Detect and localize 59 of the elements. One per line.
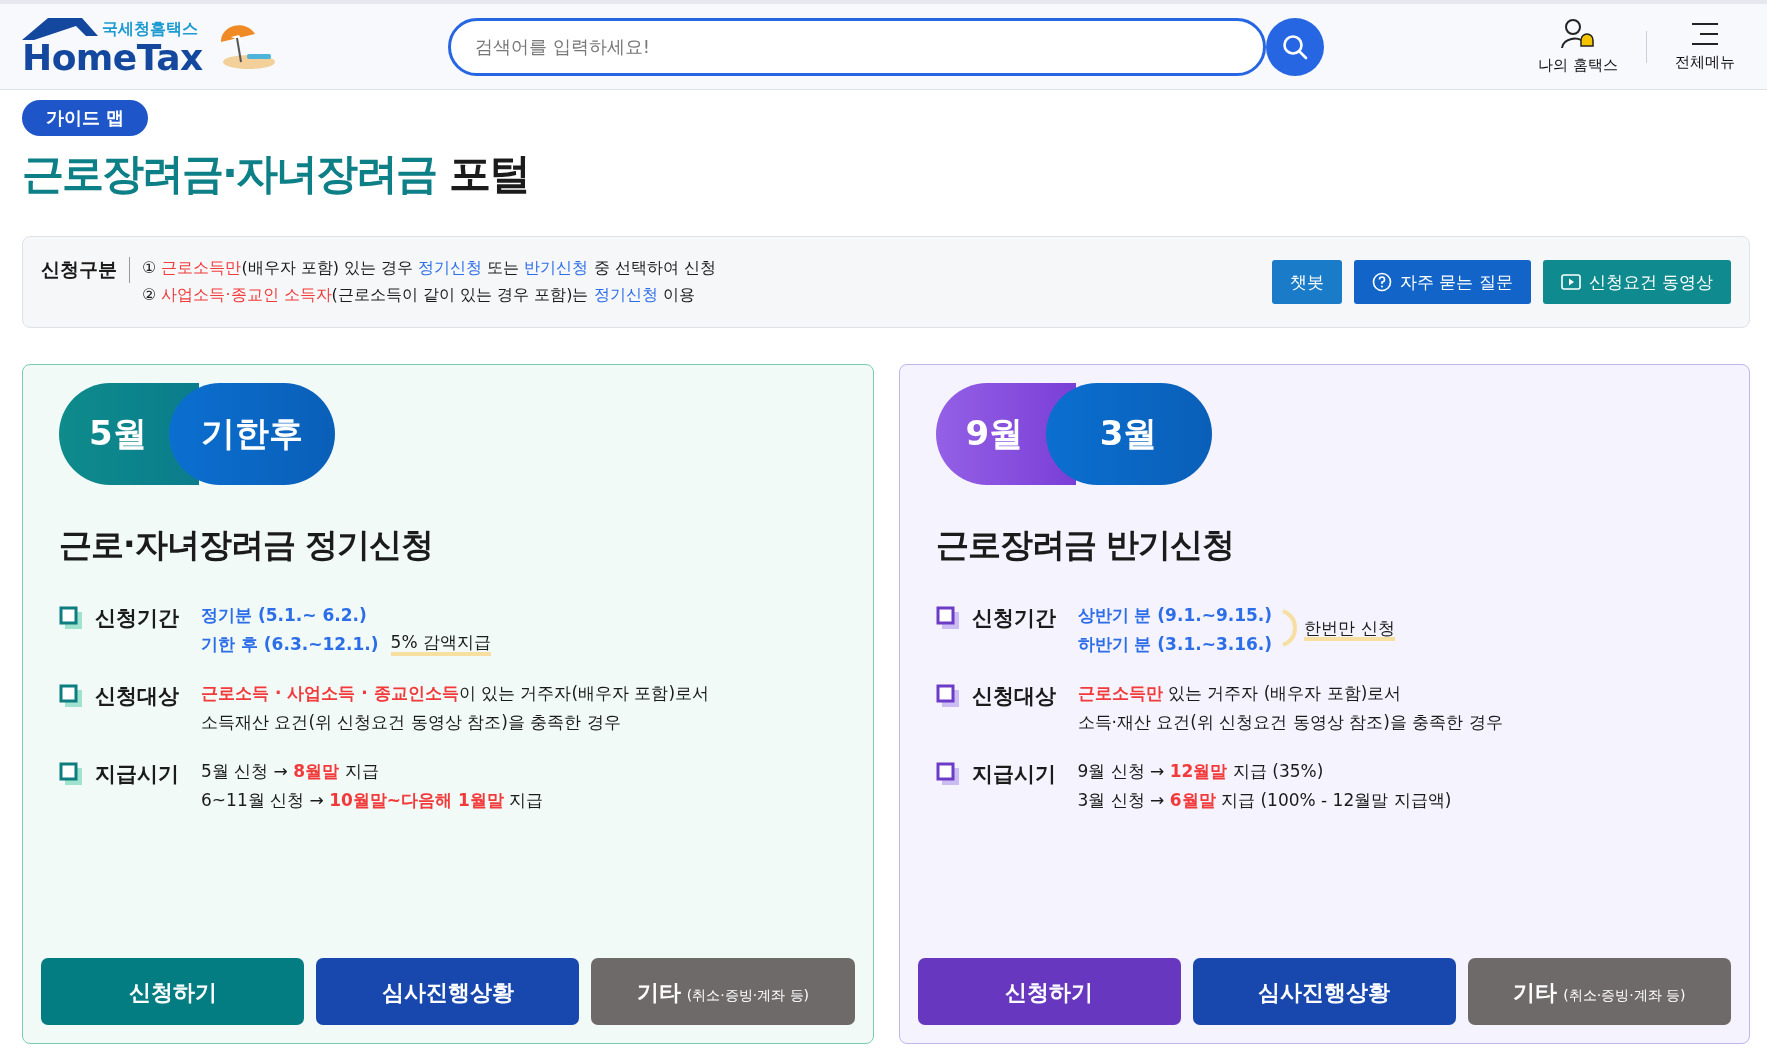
row-text: 근로소득 · 사업소득 · 종교인소득이 있는 거주자(배우자 포함)로서 [201, 682, 710, 705]
row-label: 신청기간 [971, 605, 1056, 632]
apply-button[interactable]: 신청하기 [917, 958, 1181, 1025]
info-label: 신청구분 [41, 257, 130, 283]
row-text: 소득재산 요건(위 신청요건 동영상 참조)을 충족한 경우 [201, 711, 621, 734]
all-menu-link[interactable]: 전체메뉴 [1661, 21, 1749, 72]
month-pill: 기한후 [169, 383, 335, 485]
header-link-label: 전체메뉴 [1675, 53, 1735, 72]
month-pill: 3월 [1045, 383, 1212, 485]
search-icon [1282, 33, 1309, 60]
info-text: ② 사업소득·종교인 소득자(근로소득이 같이 있는 경우 포함)는 정기신청 이용 [142, 285, 696, 306]
faq-button[interactable]: 자주 묻는 질문 [1353, 260, 1531, 304]
checkbox-square-icon [935, 684, 960, 708]
checkbox-square-icon [59, 606, 83, 630]
status-button[interactable]: 심사진행상황 [316, 958, 580, 1025]
other-button[interactable]: 기타 (취소·증빙·계좌 등) [591, 958, 855, 1025]
row-text: 정기분 (5.1.~ 6.2.) [201, 604, 367, 627]
question-icon [1371, 272, 1392, 292]
other-button[interactable]: 기타 (취소·증빙·계좌 등) [1467, 958, 1731, 1025]
row-text: 기한 후 (6.3.~12.1.) [201, 633, 379, 656]
row-label: 신청대상 [95, 683, 179, 710]
logo-subtitle: 국세청홈택스 [102, 18, 198, 40]
apply-button[interactable]: 신청하기 [41, 958, 305, 1025]
row-text: 6~11월 신청 → 10월말~다음해 1월말 지급 [201, 789, 544, 812]
checkbox-square-icon [935, 762, 960, 786]
search-button[interactable] [1266, 17, 1324, 76]
house-roof-icon [22, 17, 98, 40]
checkbox-square-icon [59, 684, 83, 708]
note-text: 한번만 신청 [1304, 618, 1395, 642]
card-title: 근로·자녀장려금 정기신청 [59, 524, 435, 566]
video-button[interactable]: 신청요건 동영상 [1542, 260, 1731, 304]
user-bell-icon [1561, 18, 1596, 50]
page-title: 근로장려금·자녀장려금 포털 [22, 148, 530, 200]
menu-icon [1690, 21, 1720, 47]
brace-icon [1280, 608, 1299, 648]
logo-wordmark[interactable]: HomeTax [22, 39, 203, 76]
info-text: ① 근로소득만(배우자 포함) 있는 경우 정기신청 또는 반기신청 중 선택하여 신청 [142, 258, 716, 279]
status-button[interactable]: 심사진행상황 [1192, 958, 1456, 1025]
row-text: 3월 신청 → 6월말 지급 (100% - 12월말 지급액) [1077, 789, 1452, 812]
my-hometax-link[interactable]: 나의 홈택스 [1524, 18, 1632, 75]
header-link-label: 나의 홈택스 [1538, 56, 1618, 75]
play-icon [1560, 274, 1581, 290]
checkbox-square-icon [935, 606, 960, 630]
note-text: 5% 감액지급 [390, 633, 491, 656]
search-field[interactable]: 검색어를 입력하세요! [448, 17, 1267, 76]
row-label: 지급시기 [971, 761, 1056, 788]
checkbox-square-icon [59, 762, 83, 786]
row-text: 소득·재산 요건(위 신청요건 동영상 참조)을 충족한 경우 [1077, 711, 1503, 734]
row-text: 근로소득만 있는 거주자 (배우자 포함)로서 [1077, 682, 1402, 705]
row-text: 5월 신청 → 8월말 지급 [201, 760, 379, 783]
row-label: 지급시기 [95, 761, 179, 788]
row-label: 신청기간 [95, 605, 179, 632]
guide-map-badge: 가이드 맵 [22, 100, 149, 136]
card-title: 근로장려금 반기신청 [935, 524, 1235, 566]
row-text: 9월 신청 → 12월말 지급 (35%) [1077, 760, 1324, 783]
row-text: 상반기 분 (9.1.~9.15.) [1077, 604, 1273, 627]
chatbot-button[interactable]: 챗봇 [1271, 260, 1342, 304]
row-text: 하반기 분 (3.1.~3.16.) [1077, 633, 1273, 656]
row-label: 신청대상 [971, 683, 1056, 710]
